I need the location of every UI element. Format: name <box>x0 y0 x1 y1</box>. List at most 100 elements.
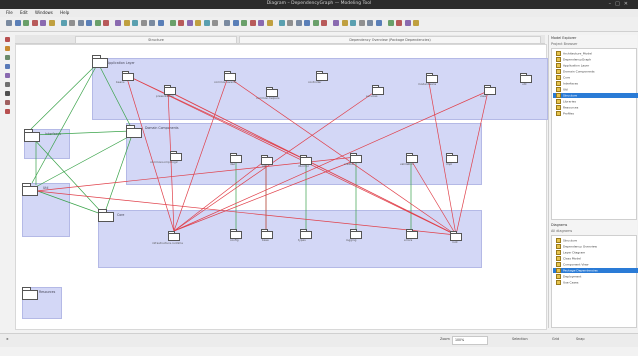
tree-item[interactable]: Application Layer <box>556 63 589 68</box>
grid-label[interactable]: Grid <box>552 337 559 341</box>
toolbar-icon[interactable] <box>295 20 302 26</box>
toolbar-icon[interactable] <box>375 20 382 26</box>
folder-icon[interactable] <box>261 229 273 239</box>
folder-icon[interactable] <box>22 287 38 300</box>
toolbar-icon[interactable] <box>321 20 327 26</box>
toolbar-icon[interactable] <box>86 20 92 26</box>
toolbar-icon[interactable] <box>212 20 218 26</box>
folder-icon[interactable] <box>224 71 236 81</box>
diagram-canvas[interactable]: Application Layer Domain Components Core… <box>15 44 548 330</box>
list-item[interactable]: Component View <box>556 262 589 267</box>
toolbar-icon[interactable] <box>14 20 21 26</box>
folder-icon[interactable] <box>520 73 532 83</box>
folder-icon[interactable] <box>426 73 438 83</box>
list-item[interactable]: Use Cases <box>556 280 578 285</box>
toolbar-icon[interactable] <box>149 20 155 26</box>
toolbar-icon[interactable] <box>77 20 84 26</box>
diagram-list[interactable]: Structure Dependency Overview Layer Diag… <box>551 235 638 328</box>
list-item[interactable]: Class Model <box>556 256 581 261</box>
tree-item[interactable]: Architecture_Model <box>556 51 592 56</box>
palette-tool-icon[interactable] <box>5 82 10 87</box>
tree-item-selected[interactable]: Structure <box>553 93 638 98</box>
tab-dependency-overview[interactable]: Dependency Overview (Package Dependencie… <box>239 36 541 44</box>
close-icon[interactable]: ✕ <box>624 1 632 7</box>
folder-icon[interactable] <box>350 229 362 239</box>
folder-icon[interactable] <box>261 155 273 165</box>
tree-item[interactable]: Resources <box>556 105 578 110</box>
folder-icon[interactable] <box>484 85 496 95</box>
snap-label[interactable]: Snap <box>576 337 585 341</box>
folder-icon[interactable] <box>446 153 458 163</box>
menu-help[interactable]: Help <box>60 10 69 15</box>
list-item[interactable]: Layer Diagram <box>556 250 585 255</box>
list-item[interactable]: Deployment <box>556 274 581 279</box>
folder-icon[interactable] <box>164 85 176 95</box>
folder-icon[interactable] <box>122 71 134 81</box>
toolbar-icon[interactable] <box>258 20 264 26</box>
folder-icon[interactable] <box>230 229 242 239</box>
toolbar-icon[interactable] <box>103 20 109 26</box>
toolbar-icon[interactable] <box>31 20 38 26</box>
folder-icon[interactable] <box>24 129 40 142</box>
palette-tool-icon[interactable] <box>5 91 10 96</box>
tree-item[interactable]: Interfaces <box>556 81 578 86</box>
palette-tool-icon[interactable] <box>5 100 10 105</box>
toolbar-icon[interactable] <box>48 20 55 26</box>
palette-tool-icon[interactable] <box>5 73 10 78</box>
model-tree[interactable]: Architecture_Model DependencyGraph Appli… <box>551 48 638 220</box>
palette-tool-icon[interactable] <box>5 109 10 114</box>
toolbar-icon[interactable] <box>178 20 184 26</box>
toolbar-icon[interactable] <box>249 20 256 26</box>
palette-tool-icon[interactable] <box>5 37 10 42</box>
list-item[interactable]: Dependency Overview <box>556 244 597 249</box>
toolbar-icon[interactable] <box>266 20 273 26</box>
menu-file[interactable]: File <box>6 10 13 15</box>
folder-icon[interactable] <box>170 151 182 161</box>
folder-icon[interactable] <box>300 155 312 165</box>
toolbar-icon[interactable] <box>169 20 176 26</box>
palette-tool-icon[interactable] <box>5 55 10 60</box>
toolbar-icon[interactable] <box>396 20 402 26</box>
folder-icon[interactable] <box>98 209 114 222</box>
toolbar-icon[interactable] <box>60 20 67 26</box>
toolbar-icon[interactable] <box>123 20 130 26</box>
list-item-selected[interactable]: Package Dependencies <box>553 268 638 273</box>
maximize-icon[interactable]: □ <box>615 1 624 7</box>
toolbar-icon[interactable] <box>333 20 339 26</box>
toolbar-icon[interactable] <box>358 20 365 26</box>
toolbar-icon[interactable] <box>203 20 210 26</box>
toolbar-icon[interactable] <box>304 20 310 26</box>
toolbar-icon[interactable] <box>40 20 46 26</box>
toolbar-icon[interactable] <box>287 20 293 26</box>
tree-item[interactable]: Core <box>556 75 570 80</box>
toolbar-icon[interactable] <box>94 20 101 26</box>
menu-windows[interactable]: Windows <box>35 10 53 15</box>
folder-icon[interactable] <box>450 231 462 241</box>
tree-item[interactable]: Libraries <box>556 99 576 104</box>
palette-tool-icon[interactable] <box>5 46 10 51</box>
toolbar-icon[interactable] <box>387 20 394 26</box>
tree-item[interactable]: Util <box>556 87 568 92</box>
folder-icon[interactable] <box>92 55 108 68</box>
folder-icon[interactable] <box>230 153 242 163</box>
toolbar-icon[interactable] <box>312 20 319 26</box>
folder-icon[interactable] <box>406 229 418 239</box>
folder-icon[interactable] <box>300 229 312 239</box>
folder-icon[interactable] <box>22 183 38 196</box>
toolbar-icon[interactable] <box>140 20 147 26</box>
toolbar-icon[interactable] <box>350 20 356 26</box>
tree-item[interactable]: DependencyGraph <box>556 57 591 62</box>
toolbar-icon[interactable] <box>241 20 247 26</box>
toolbar-icon[interactable] <box>413 20 419 26</box>
toolbar-icon[interactable] <box>341 20 348 26</box>
toolbar-icon[interactable] <box>132 20 138 26</box>
toolbar-icon[interactable] <box>186 20 193 26</box>
toolbar-icon[interactable] <box>404 20 411 26</box>
toolbar-icon[interactable] <box>224 20 230 26</box>
toolbar-icon[interactable] <box>195 20 201 26</box>
toolbar-icon[interactable] <box>157 20 164 26</box>
folder-icon[interactable] <box>406 153 418 163</box>
toolbar-icon[interactable] <box>115 20 121 26</box>
tree-item[interactable]: Domain Components <box>556 69 595 74</box>
tree-item[interactable]: Profiles <box>556 111 574 116</box>
